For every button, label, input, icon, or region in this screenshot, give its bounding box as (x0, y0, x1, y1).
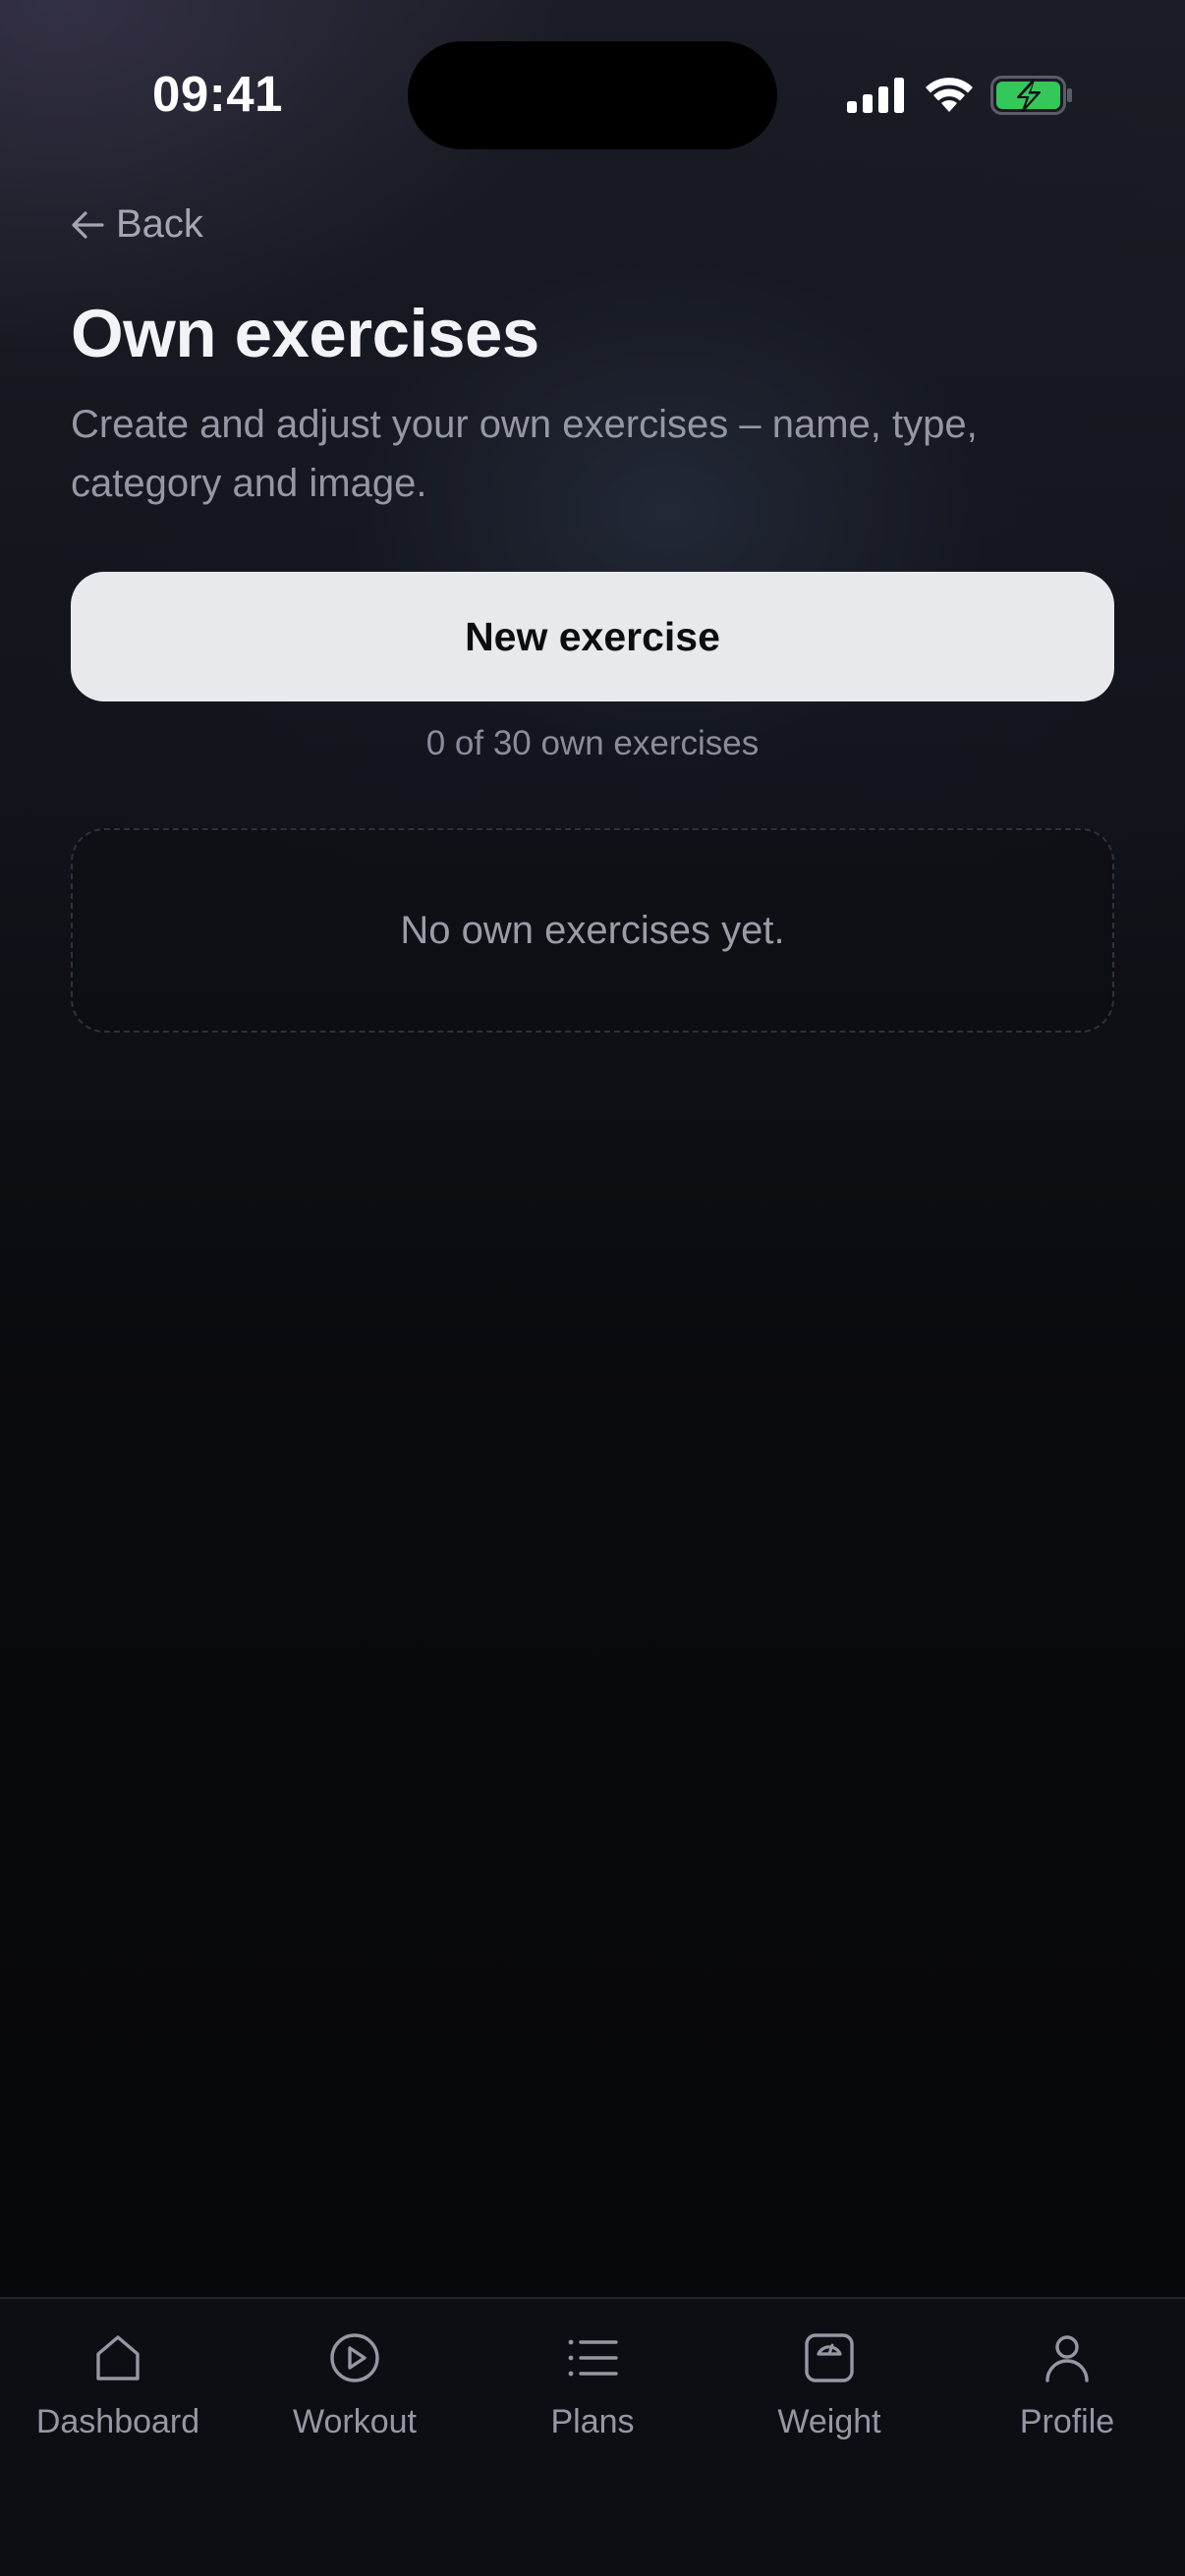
empty-state: No own exercises yet. (71, 828, 1114, 1033)
own-exercises-screen: 09:41 Back Own exercises Create and adju… (0, 0, 1185, 2576)
play-circle-icon (325, 2328, 384, 2387)
back-button[interactable]: Back (71, 202, 203, 247)
back-label: Back (116, 202, 203, 246)
nav-label-weight: Weight (777, 2403, 881, 2440)
list-icon (563, 2328, 622, 2387)
arrow-left-icon (71, 210, 104, 240)
nav-label-workout: Workout (293, 2403, 417, 2440)
nav-label-profile: Profile (1019, 2403, 1115, 2440)
page-subtitle: Create and adjust your own exercises – n… (71, 403, 978, 505)
status-time: 09:41 (152, 66, 283, 122)
nav-item-plans[interactable]: Plans (475, 2328, 710, 2441)
nav-label-plans: Plans (550, 2403, 635, 2440)
page-title: Own exercises (71, 296, 539, 371)
nav-item-weight[interactable]: Weight (711, 2328, 947, 2441)
empty-state-message: No own exercises yet. (400, 908, 785, 952)
nav-item-profile[interactable]: Profile (949, 2328, 1185, 2441)
bottom-nav: Dashboard Workout Plans Weight Profile (0, 2297, 1185, 2576)
new-exercise-button[interactable]: New exercise (71, 572, 1114, 701)
user-icon (1038, 2328, 1097, 2387)
dynamic-island (408, 41, 777, 149)
nav-item-dashboard[interactable]: Dashboard (0, 2328, 236, 2441)
status-icons (847, 73, 1073, 118)
nav-label-dashboard: Dashboard (35, 2403, 200, 2440)
wifi-icon (924, 77, 975, 114)
nav-item-workout[interactable]: Workout (237, 2328, 473, 2441)
exercise-count: 0 of 30 own exercises (425, 724, 760, 762)
battery-charging-icon (990, 76, 1073, 115)
cellular-signal-icon (847, 78, 906, 113)
scale-icon (800, 2328, 859, 2387)
home-icon (88, 2328, 147, 2387)
